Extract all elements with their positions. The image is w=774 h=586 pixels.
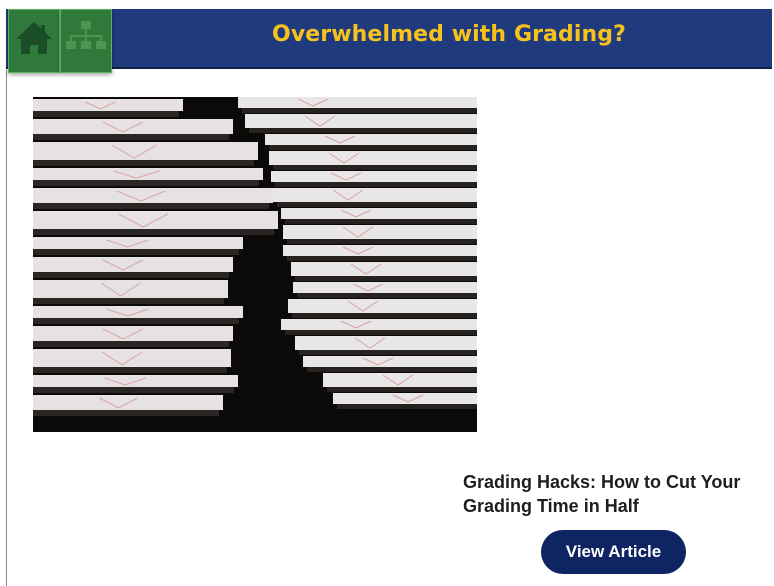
page-title: Overwhelmed with Grading?: [272, 22, 626, 47]
notebooks-stack-image: [33, 97, 477, 432]
home-icon: [16, 22, 52, 54]
sitemap-icon: [66, 21, 106, 49]
page-frame-border: [6, 70, 7, 586]
header-bar: Overwhelmed with Grading?: [6, 9, 772, 69]
sitemap-button[interactable]: [60, 9, 112, 73]
home-button[interactable]: [8, 9, 60, 73]
article-title: Grading Hacks: How to Cut Your Grading T…: [463, 472, 741, 516]
view-article-button[interactable]: View Article: [541, 530, 686, 574]
